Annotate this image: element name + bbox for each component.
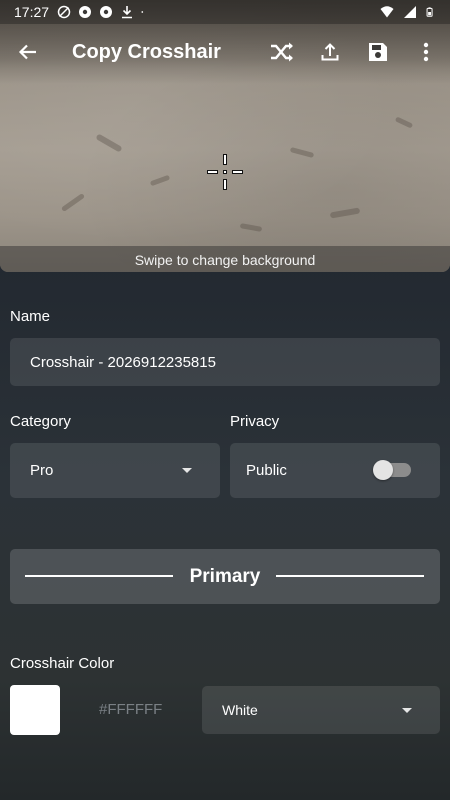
crosshair-right-line	[232, 170, 243, 174]
name-input[interactable]: Crosshair - 2026912235815	[10, 338, 440, 386]
color-hex-value[interactable]: #FFFFFF	[99, 701, 162, 718]
crosshair-top-line	[223, 154, 227, 165]
status-bar: 17:27	[0, 0, 450, 24]
surface-crack	[149, 174, 171, 187]
category-label: Category	[10, 413, 71, 430]
surface-crack	[95, 133, 123, 153]
dot-icon	[141, 11, 144, 13]
color-select-value: White	[222, 702, 258, 718]
name-label: Name	[10, 308, 51, 325]
category-value: Pro	[30, 462, 54, 479]
surface-crack	[239, 223, 263, 232]
category-select[interactable]: Pro	[10, 443, 220, 498]
color-select[interactable]: White	[202, 686, 440, 734]
battery-icon	[426, 7, 433, 17]
upload-icon	[321, 43, 339, 61]
wifi-icon	[380, 6, 394, 18]
toggle-knob	[373, 460, 393, 480]
section-title: Primary	[189, 565, 261, 587]
more-options-button[interactable]	[402, 24, 450, 80]
arrow-back-icon	[18, 44, 36, 60]
back-button[interactable]	[0, 24, 56, 80]
crosshair-color-label: Crosshair Color	[10, 655, 115, 672]
color-swatch[interactable]	[10, 685, 60, 735]
privacy-label: Privacy	[230, 413, 280, 430]
save-button[interactable]	[354, 24, 402, 80]
aperture-icon	[79, 6, 92, 18]
crosshair-icon	[207, 154, 243, 190]
aperture-icon	[100, 6, 113, 18]
chevron-down-icon	[182, 468, 192, 473]
divider-line	[25, 575, 173, 577]
privacy-field: Public	[230, 443, 440, 498]
status-icons-right	[380, 5, 436, 19]
shuffle-button[interactable]	[258, 24, 306, 80]
crosshair-bottom-line	[223, 179, 227, 190]
export-button[interactable]	[306, 24, 354, 80]
primary-section-header[interactable]: Primary	[10, 549, 440, 604]
name-input-value: Crosshair - 2026912235815	[30, 353, 216, 371]
chevron-down-icon	[402, 708, 412, 713]
shuffle-icon	[271, 42, 293, 62]
status-icons-left	[57, 5, 147, 19]
sync-off-icon	[57, 5, 71, 19]
surface-crack	[289, 146, 315, 159]
status-time: 17:27	[14, 4, 50, 20]
surface-crack	[329, 207, 361, 219]
app-bar: Copy Crosshair	[0, 24, 450, 80]
more-vert-icon	[423, 42, 429, 62]
signal-icon	[404, 6, 416, 18]
download-icon	[122, 6, 133, 19]
divider-line	[276, 575, 424, 577]
crosshair-center-dot	[223, 170, 227, 174]
crosshair-left-line	[207, 170, 218, 174]
privacy-toggle[interactable]	[373, 460, 411, 480]
page-title: Copy Crosshair	[72, 40, 221, 63]
swipe-hint: Swipe to change background	[134, 252, 316, 268]
surface-crack	[60, 192, 86, 213]
surface-crack	[394, 116, 414, 129]
privacy-value: Public	[246, 462, 287, 479]
save-icon	[369, 43, 387, 61]
